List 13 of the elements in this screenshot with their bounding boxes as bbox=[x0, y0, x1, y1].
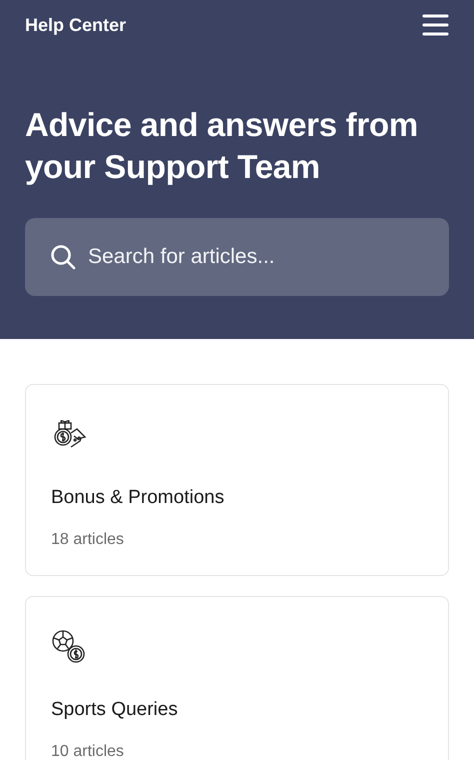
collection-card[interactable]: Sports Queries 10 articles bbox=[25, 596, 449, 760]
article-count: 10 articles bbox=[51, 743, 125, 760]
collection-card[interactable]: Bonus & Promotions 18 articles bbox=[25, 384, 449, 576]
site-title[interactable]: Help Center bbox=[25, 14, 126, 36]
collection-title: Sports Queries bbox=[51, 699, 179, 721]
search-bar[interactable]: Search for articles... bbox=[25, 218, 449, 296]
article-count: 18 articles bbox=[51, 531, 125, 549]
search-input[interactable]: Search for articles... bbox=[86, 244, 424, 270]
hero-heading: Advice and answers from your Support Team bbox=[25, 105, 419, 187]
ball-coin-icon bbox=[51, 629, 87, 665]
menu-icon[interactable] bbox=[422, 13, 449, 37]
collection-title: Bonus & Promotions bbox=[51, 487, 226, 509]
search-icon bbox=[50, 244, 76, 270]
